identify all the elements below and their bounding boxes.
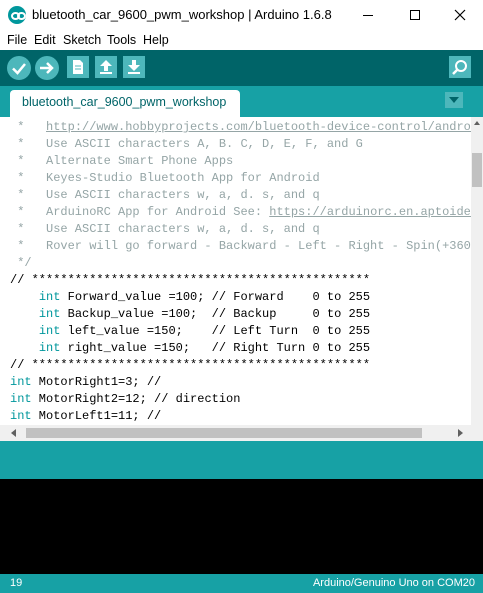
menu-tools[interactable]: Tools xyxy=(107,33,136,47)
serial-monitor-icon xyxy=(452,60,467,75)
upload-button[interactable] xyxy=(35,56,59,80)
menu-sketch[interactable]: Sketch xyxy=(63,33,101,47)
tab-strip: bluetooth_car_9600_pwm_workshop xyxy=(0,86,483,117)
horizontal-scrollbar[interactable] xyxy=(0,425,483,441)
code-line: * http://www.hobbyprojects.com/bluetooth… xyxy=(10,119,471,136)
window-title: bluetooth_car_9600_pwm_workshop | Arduin… xyxy=(32,7,332,22)
menu-bar: File Edit Sketch Tools Help xyxy=(0,30,483,50)
menu-help[interactable]: Help xyxy=(143,33,169,47)
minimize-icon xyxy=(363,14,373,16)
vertical-scrollbar[interactable] xyxy=(471,117,483,425)
close-button[interactable] xyxy=(437,0,483,30)
upload-icon xyxy=(40,62,54,74)
code-line: * Rover will go forward - Backward - Lef… xyxy=(10,239,471,253)
code-line: int MotorRight1=3; // xyxy=(10,375,162,389)
code-line: * Alternate Smart Phone Apps xyxy=(10,154,234,168)
status-bar: 19 Arduino/Genuino Uno on COM20 xyxy=(0,574,483,593)
verify-icon xyxy=(12,63,26,75)
maximize-icon xyxy=(410,10,420,20)
scroll-up-arrow-icon[interactable] xyxy=(474,121,480,125)
save-icon xyxy=(128,60,140,74)
tab-label: bluetooth_car_9600_pwm_workshop xyxy=(22,95,227,109)
serial-monitor-button[interactable] xyxy=(449,56,471,78)
board-port-status: Arduino/Genuino Uno on COM20 xyxy=(312,577,475,589)
scroll-right-arrow-icon[interactable] xyxy=(458,429,463,437)
vertical-scroll-thumb[interactable] xyxy=(472,153,482,187)
code-editor[interactable]: * http://www.hobbyprojects.com/bluetooth… xyxy=(0,117,471,425)
code-line: * Use ASCII characters w, a, d. s, and q xyxy=(10,222,320,236)
arduino-logo-icon xyxy=(8,6,26,24)
open-button[interactable] xyxy=(95,56,117,78)
save-button[interactable] xyxy=(123,56,145,78)
line-number: 19 xyxy=(10,577,23,589)
code-line: int right_value =150; // Right Turn 0 to… xyxy=(38,341,371,355)
verify-button[interactable] xyxy=(7,56,31,80)
new-icon xyxy=(73,60,83,74)
menu-edit[interactable]: Edit xyxy=(34,33,56,47)
tab-sketch[interactable]: bluetooth_car_9600_pwm_workshop xyxy=(10,90,240,117)
code-line: int MotorLeft1=11; // xyxy=(10,409,162,423)
close-icon xyxy=(454,9,466,21)
code-line: int Backup_value =100; // Backup 0 to 25… xyxy=(38,307,371,321)
horizontal-scroll-thumb[interactable] xyxy=(26,428,422,438)
code-link[interactable]: http://www.hobbyprojects.com/bluetooth-d… xyxy=(46,120,471,134)
console-output[interactable] xyxy=(0,479,483,574)
code-line: * Keyes-Studio Bluetooth App for Android xyxy=(10,171,320,185)
code-line: // *************************************… xyxy=(10,273,371,287)
open-icon xyxy=(100,60,112,74)
code-link[interactable]: https://arduinorc.en.aptoide.c xyxy=(269,205,471,219)
code-line: */ xyxy=(10,256,32,270)
tab-menu-dropdown-icon[interactable] xyxy=(445,92,463,108)
message-area xyxy=(0,441,483,479)
code-line: * Use ASCII characters w, a, d. s, and q xyxy=(10,188,320,202)
code-line: // *************************************… xyxy=(10,358,371,372)
code-line: int MotorRight2=12; // direction xyxy=(10,392,241,406)
new-button[interactable] xyxy=(67,56,89,78)
toolbar xyxy=(0,50,483,86)
title-bar: bluetooth_car_9600_pwm_workshop | Arduin… xyxy=(0,0,483,30)
code-line: * Use ASCII characters A, B. C, D, E, F,… xyxy=(10,137,363,151)
scroll-left-arrow-icon[interactable] xyxy=(11,429,16,437)
menu-file[interactable]: File xyxy=(7,33,27,47)
maximize-button[interactable] xyxy=(392,0,438,30)
code-line: int left_value =150; // Left Turn 0 to 2… xyxy=(38,324,371,338)
code-line: int Forward_value =100; // Forward 0 to … xyxy=(38,290,371,304)
minimize-button[interactable] xyxy=(345,0,391,30)
code-line: * ArduinoRC App for Android See: https:/… xyxy=(10,204,471,221)
